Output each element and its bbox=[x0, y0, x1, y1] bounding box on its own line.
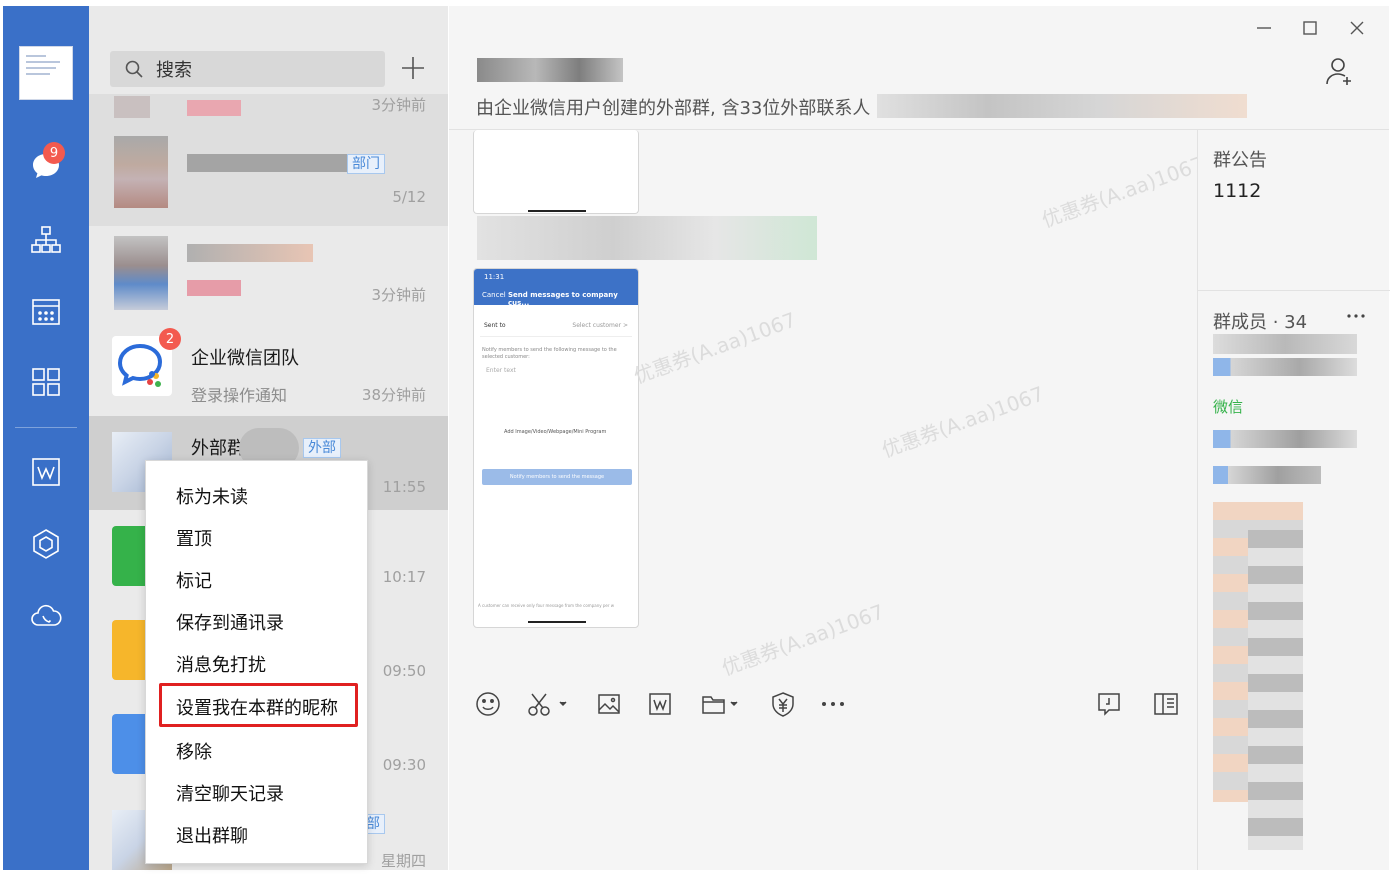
maximize-icon[interactable] bbox=[1300, 18, 1320, 38]
image-message-top[interactable] bbox=[473, 130, 639, 214]
org-structure-icon[interactable] bbox=[3, 218, 89, 262]
messages-badge: 9 bbox=[43, 142, 65, 164]
menu-item-mute[interactable]: 消息免打扰 bbox=[176, 651, 266, 677]
add-member-icon[interactable] bbox=[1325, 56, 1355, 86]
item-preview: 登录操作通知 bbox=[191, 386, 288, 405]
group-description: 由企业微信用户创建的外部群, 含33位外部联系人 bbox=[476, 98, 871, 119]
group-title-blurred bbox=[477, 58, 623, 82]
phone-select-customer: Select customer > bbox=[572, 322, 628, 329]
phone-add-media: Add Image/Video/Webpage/Mini Program bbox=[504, 429, 607, 435]
folder-icon[interactable] bbox=[700, 690, 744, 718]
rail-divider bbox=[15, 427, 77, 428]
phone-cancel: Cancel bbox=[482, 291, 506, 299]
phone-title: Send messages to company cus... bbox=[508, 291, 618, 307]
workbench-grid-icon[interactable] bbox=[3, 360, 89, 404]
wedoc-icon[interactable] bbox=[3, 450, 89, 494]
watermark: 优惠券(A.aa)1067 bbox=[1038, 151, 1208, 233]
menu-item-remove[interactable]: 移除 bbox=[176, 738, 212, 764]
blurred-message bbox=[477, 216, 817, 260]
phone-enter-text: Enter text bbox=[486, 367, 516, 374]
menu-item-set-nickname[interactable]: 设置我在本群的昵称 bbox=[176, 694, 338, 720]
item-time: 3分钟前 bbox=[371, 96, 426, 114]
list-item[interactable]: 2 企业微信团队 登录操作通知 38分钟前 bbox=[89, 322, 448, 416]
members-more-icon[interactable] bbox=[1346, 312, 1366, 320]
chat-header: 由企业微信用户创建的外部群, 含33位外部联系人 bbox=[449, 6, 1389, 130]
phone-footer: A customer can receive only four message… bbox=[478, 603, 615, 608]
wechat-label: 微信 bbox=[1213, 398, 1244, 416]
item-name: 外部群 bbox=[191, 438, 245, 459]
group-members-label[interactable]: 群成员 · 34 bbox=[1213, 308, 1307, 334]
phone-notify-text: Notify members to send the following mes… bbox=[482, 347, 617, 360]
phone-sent-to: Sent to bbox=[484, 322, 506, 329]
word-icon[interactable] bbox=[646, 690, 674, 718]
menu-item-mark-unread[interactable]: 标为未读 bbox=[176, 483, 248, 509]
add-icon[interactable] bbox=[399, 54, 427, 82]
user-avatar[interactable] bbox=[19, 46, 73, 100]
phone-time: 11:31 bbox=[484, 273, 505, 281]
list-item[interactable]: 3分钟前 bbox=[89, 226, 448, 322]
item-time: 09:50 bbox=[382, 662, 426, 680]
more-icon[interactable] bbox=[819, 690, 847, 718]
image-icon[interactable] bbox=[595, 690, 623, 718]
scissors-icon[interactable] bbox=[526, 690, 570, 718]
watermark: 优惠券(A.aa)1067 bbox=[630, 307, 800, 389]
chat-pane: 由企业微信用户创建的外部群, 含33位外部联系人 11:31 Cancel Se… bbox=[449, 6, 1390, 870]
watermark: 优惠券(A.aa)1067 bbox=[878, 381, 1048, 463]
group-notice-label: 群公告 bbox=[1213, 150, 1267, 171]
list-item[interactable]: 3分钟前 bbox=[89, 94, 448, 124]
context-menu: 标为未读 置顶 标记 保存到通讯录 消息免打扰 设置我在本群的昵称 移除 清空聊… bbox=[145, 460, 368, 864]
group-info-panel: 群公告 1112 群成员 · 34 微信 bbox=[1197, 130, 1390, 870]
item-time: 10:17 bbox=[382, 568, 426, 586]
left-rail: 9 bbox=[3, 6, 89, 870]
weidrive-icon[interactable] bbox=[3, 522, 89, 566]
item-time: 11:55 bbox=[382, 478, 426, 496]
watermark: 优惠券(A.aa)1067 bbox=[718, 599, 888, 681]
sidebar-icon[interactable] bbox=[1152, 690, 1180, 718]
search-icon bbox=[125, 60, 143, 78]
menu-item-clear-history[interactable]: 清空聊天记录 bbox=[176, 780, 284, 806]
external-tag: 外部 bbox=[303, 438, 341, 458]
search-placeholder: 搜索 bbox=[156, 60, 192, 81]
image-message-phone[interactable]: 11:31 Cancel Send messages to company cu… bbox=[473, 268, 639, 628]
item-tag: 部门 bbox=[347, 154, 385, 174]
item-name: 企业微信团队 bbox=[191, 348, 299, 369]
phone-notify-button: Notify members to send the message bbox=[482, 469, 632, 485]
calendar-icon[interactable] bbox=[3, 289, 89, 333]
cloud-phone-icon[interactable] bbox=[3, 594, 89, 638]
list-item[interactable]: 部门 5/12 bbox=[89, 124, 448, 226]
item-time: 星期四 bbox=[380, 852, 426, 870]
smiley-icon[interactable] bbox=[474, 690, 502, 718]
minimize-icon[interactable] bbox=[1254, 18, 1274, 38]
unread-badge: 2 bbox=[159, 328, 181, 350]
item-time: 5/12 bbox=[392, 188, 426, 206]
search-input[interactable]: 搜索 bbox=[110, 51, 385, 87]
group-notice-value: 1112 bbox=[1213, 180, 1262, 202]
close-icon[interactable] bbox=[1347, 18, 1367, 38]
item-time: 38分钟前 bbox=[361, 386, 426, 404]
menu-item-save-contacts[interactable]: 保存到通讯录 bbox=[176, 609, 284, 635]
note-icon[interactable] bbox=[1095, 690, 1123, 718]
menu-item-leave-group[interactable]: 退出群聊 bbox=[176, 822, 248, 848]
item-time: 09:30 bbox=[382, 756, 426, 774]
item-time: 3分钟前 bbox=[371, 286, 426, 304]
menu-item-flag[interactable]: 标记 bbox=[176, 567, 212, 593]
menu-item-pin[interactable]: 置顶 bbox=[176, 525, 212, 551]
yuan-shield-icon[interactable] bbox=[769, 690, 797, 718]
